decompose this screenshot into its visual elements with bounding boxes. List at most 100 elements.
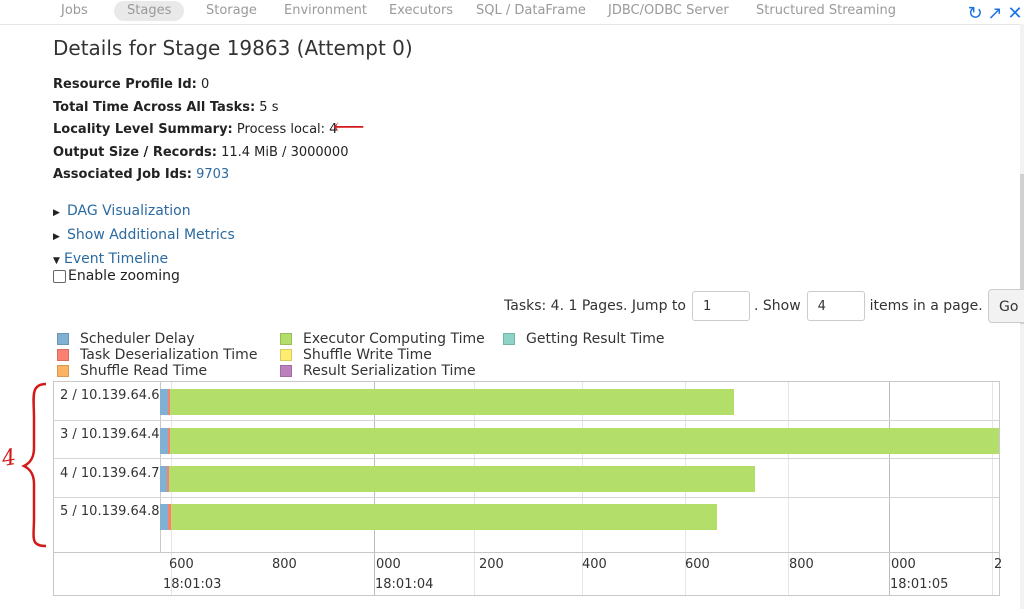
summary-total-time: Total Time Across All Tasks: 5 s (53, 97, 348, 120)
legend-shuffle-read: Shuffle Read Time (57, 363, 207, 379)
open-external-icon[interactable]: ↗ (986, 4, 1004, 24)
legend-label: Scheduler Delay (80, 331, 195, 347)
event-timeline[interactable]: 2 / 10.139.64.6 3 / 10.139.64.4 4 / 10.1… (53, 381, 1003, 596)
legend-label: Getting Result Time (526, 331, 665, 347)
stage-summary: Resource Profile Id: 0 Total Time Across… (53, 74, 348, 187)
locality-label: Locality Level Summary: (53, 122, 233, 137)
enable-zooming-row: Enable zooming (53, 268, 180, 284)
summary-resource-profile: Resource Profile Id: 0 (53, 74, 348, 97)
items-per-page-input[interactable]: 4 (806, 291, 865, 321)
caret-right-icon: ▶ (53, 208, 60, 218)
caret-right-icon: ▶ (53, 232, 60, 242)
task-bar[interactable] (160, 389, 734, 415)
expander-list: ▶ DAG Visualization ▶ Show Additional Metr… (53, 200, 235, 272)
bar-executor-computing (170, 428, 999, 454)
axis-tick: 800 (789, 557, 814, 572)
legend-swatch (57, 365, 69, 377)
go-button[interactable]: Go (987, 289, 1024, 323)
task-label-column: 2 / 10.139.64.6 3 / 10.139.64.4 4 / 10.1… (54, 382, 161, 552)
axis-time-label: 18:01:04 (375, 577, 434, 592)
bar-scheduler-delay (160, 466, 167, 492)
tab-jdbc-odbc-server[interactable]: JDBC/ODBC Server (608, 1, 729, 21)
bar-executor-computing (170, 389, 734, 415)
output-size-label: Output Size / Records: (53, 144, 217, 160)
tab-sql-dataframe[interactable]: SQL / DataFrame (476, 1, 586, 21)
bar-scheduler-delay (160, 389, 168, 415)
axis-tick: 2 (994, 557, 1003, 572)
axis-tick: 400 (582, 557, 607, 572)
additional-metrics-toggle[interactable]: ▶ Show Additional Metrics (53, 224, 235, 248)
axis-tick: 000 (376, 557, 401, 572)
window-controls: ↻ ↗ ✕ (966, 4, 1024, 24)
gridline (992, 382, 993, 595)
legend-shuffle-write: Shuffle Write Time (280, 347, 432, 363)
summary-locality: Locality Level Summary: Process local: 4 (53, 119, 348, 142)
total-time-value: 5 s (259, 99, 279, 115)
resource-profile-value: 0 (201, 77, 210, 92)
legend-swatch (57, 333, 69, 345)
legend-label: Task Deserialization Time (80, 347, 258, 363)
refresh-icon[interactable]: ↻ (966, 4, 984, 24)
legend-swatch (57, 349, 69, 361)
job-ids-label: Associated Job Ids: (53, 167, 192, 182)
axis-time-label: 18:01:03 (163, 577, 222, 592)
legend-label: Shuffle Write Time (303, 347, 432, 363)
job-id-link[interactable]: 9703 (196, 167, 229, 182)
pager-prefix: Tasks: 4. 1 Pages. Jump to (504, 298, 686, 314)
row-divider (54, 420, 999, 421)
page-title: Details for Stage 19863 (Attempt 0) (53, 36, 413, 60)
legend-task-deserialization: Task Deserialization Time (57, 347, 257, 363)
legend-executor-computing: Executor Computing Time (280, 331, 485, 347)
legend-result-serialization: Result Serialization Time (280, 363, 476, 379)
total-time-label: Total Time Across All Tasks: (53, 99, 256, 115)
legend-label: Result Serialization Time (303, 363, 476, 379)
tab-executors[interactable]: Executors (389, 1, 453, 21)
legend-swatch (280, 349, 292, 361)
axis-tick: 800 (272, 557, 297, 572)
top-nav: Jobs Stages Storage Environment Executor… (0, 0, 1024, 25)
additional-metrics-label: Show Additional Metrics (67, 227, 235, 243)
axis-tick: 000 (891, 557, 916, 572)
locality-value: Process local: 4 (236, 122, 338, 137)
task-bar[interactable] (160, 428, 999, 454)
bar-scheduler-delay (160, 428, 168, 454)
task-row-label: 5 / 10.139.64.8 (60, 504, 160, 519)
gridline (889, 382, 890, 595)
event-timeline-label: Event Timeline (64, 251, 169, 267)
row-divider (54, 497, 999, 498)
axis-tick: 600 (685, 557, 710, 572)
axis-tick: 600 (169, 557, 194, 572)
axis-tick: 200 (479, 557, 504, 572)
tab-environment[interactable]: Environment (284, 1, 367, 21)
pager-suffix: items in a page. (869, 298, 983, 314)
task-pager: Tasks: 4. 1 Pages. Jump to 1 . Show 4 it… (504, 289, 1024, 323)
row-divider (54, 458, 999, 459)
task-bar[interactable] (160, 504, 717, 530)
jump-to-page-input[interactable]: 1 (691, 291, 750, 321)
task-row-label: 2 / 10.139.64.6 (60, 388, 160, 403)
legend-swatch (280, 365, 292, 377)
enable-zooming-checkbox[interactable] (53, 269, 66, 283)
legend-scheduler-delay: Scheduler Delay (57, 331, 195, 347)
summary-job-ids: Associated Job Ids: 9703 (53, 164, 348, 187)
bar-executor-computing (171, 504, 717, 530)
tab-stages[interactable]: Stages (114, 1, 185, 21)
legend-label: Executor Computing Time (303, 331, 485, 347)
enable-zooming-label: Enable zooming (68, 268, 180, 284)
summary-output-size: Output Size / Records: 11.4 MiB / 300000… (53, 142, 348, 165)
tab-storage[interactable]: Storage (206, 1, 257, 21)
resource-profile-label: Resource Profile Id: (53, 77, 197, 92)
task-row-label: 4 / 10.139.64.7 (60, 466, 160, 481)
close-icon[interactable]: ✕ (1006, 4, 1024, 24)
legend-swatch (280, 333, 292, 345)
task-bar[interactable] (160, 466, 755, 492)
dag-visualization-toggle[interactable]: ▶ DAG Visualization (53, 200, 235, 224)
bar-scheduler-delay (160, 504, 168, 530)
tab-jobs[interactable]: Jobs (61, 1, 88, 21)
axis-divider (54, 552, 999, 553)
legend-label: Shuffle Read Time (80, 363, 208, 379)
axis-time-label: 18:01:05 (890, 577, 949, 592)
output-size-value: 11.4 MiB / 3000000 (221, 144, 349, 160)
tab-structured-streaming[interactable]: Structured Streaming (756, 1, 896, 21)
red-arrow-annotation: ⟵ (333, 115, 365, 140)
